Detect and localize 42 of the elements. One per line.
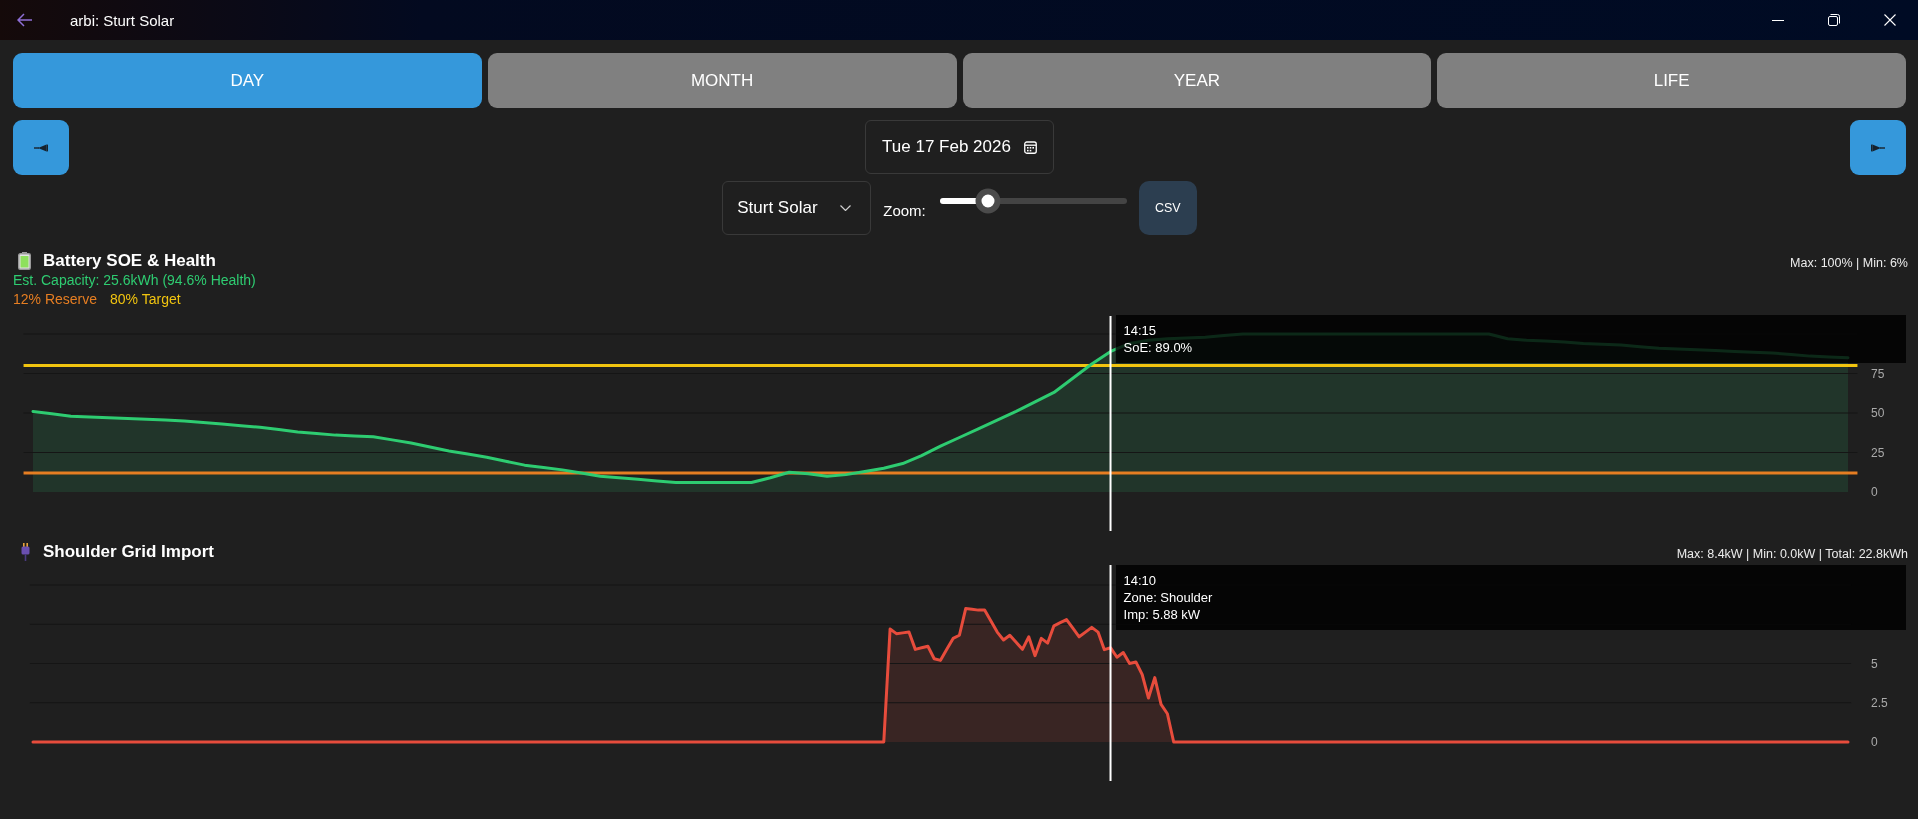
back-arrow-icon — [17, 13, 33, 27]
tooltip-text: Zone: Shoulder — [1123, 589, 1213, 606]
y-tick-label: 2.5 — [1871, 695, 1888, 710]
chevron-down-icon — [840, 205, 852, 211]
window-title: arbi: Sturt Solar — [70, 11, 175, 29]
y-tick-label: 5 — [1871, 656, 1878, 671]
y-tick-label: 75 — [1871, 366, 1885, 381]
y-tick-label: 25 — [1871, 445, 1885, 460]
tooltip-text: 14:10 — [1123, 572, 1157, 589]
period-tab[interactable]: MONTH — [487, 53, 957, 108]
period-tab[interactable]: LIFE — [1437, 53, 1906, 108]
period-tab[interactable]: YEAR — [962, 53, 1432, 108]
zoom-slider[interactable] — [939, 188, 1127, 214]
battery-icon — [18, 252, 31, 270]
tooltip-text: Imp: 5.88 kW — [1123, 606, 1201, 623]
close-icon — [1884, 14, 1896, 26]
export-button[interactable]: CSV — [1138, 181, 1197, 235]
zoom-label: Zoom: — [883, 202, 926, 219]
chart-stats: Max: 100% | Min: 6% — [1790, 255, 1908, 272]
y-tick-label: 0 — [1871, 735, 1878, 749]
date-button[interactable]: Tue 17 Feb 2026 — [865, 120, 1054, 174]
chart-title: Battery SOE & Health — [43, 251, 216, 271]
y-tick-label: 50 — [1871, 406, 1885, 420]
previous-button[interactable] — [13, 120, 69, 175]
slider-thumb[interactable] — [975, 188, 1001, 214]
legend-label: 12% Reserve — [13, 290, 98, 308]
restore-icon — [1828, 14, 1840, 26]
y-tick-label: 0 — [1871, 485, 1878, 499]
right-triangle-icon — [1871, 143, 1885, 152]
left-triangle-icon — [34, 143, 48, 152]
legend-label: 80% Target — [110, 290, 181, 308]
chart-title: Shoulder Grid Import — [43, 542, 214, 562]
period-tab[interactable]: DAY — [13, 53, 482, 108]
chart-stats: Max: 8.4kW | Min: 0.0kW | Total: 22.8kWh — [1676, 546, 1908, 563]
capacity-text: Est. Capacity: 25.6kWh (94.6% Health) — [13, 271, 256, 289]
calendar-icon — [1023, 140, 1037, 154]
minimize-icon — [1772, 19, 1784, 21]
tooltip-text: SoE: 89.0% — [1123, 339, 1193, 356]
tooltip-text: 14:15 — [1123, 322, 1157, 339]
plug-icon — [21, 543, 30, 561]
next-button[interactable] — [1850, 120, 1906, 175]
site-dropdown[interactable]: Sturt Solar — [722, 181, 872, 235]
